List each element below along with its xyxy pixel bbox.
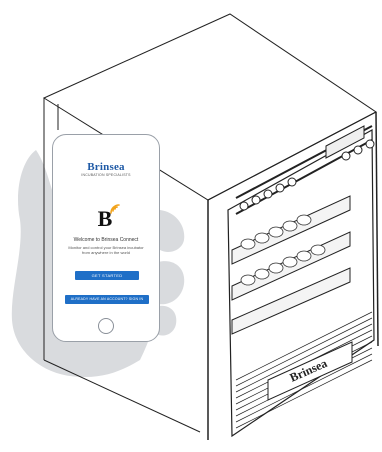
home-button-icon[interactable] [98,318,114,334]
brand-tagline: INCUBATION SPECIALISTS [81,173,131,177]
get-started-button[interactable]: GET STARTED [75,271,139,280]
app-logo: B [98,204,120,231]
smartphone: Brinsea INCUBATION SPECIALISTS B Welcome… [52,134,160,342]
app-logo-letter: B [98,206,113,231]
sign-in-button[interactable]: ALREADY HAVE AN ACCOUNT? SIGN IN [65,295,149,304]
brand-logo: Brinsea [87,161,125,173]
welcome-title: Welcome to Brinsea Connect [73,237,139,243]
welcome-subtitle: Monitor and control your Brinsea incubat… [68,245,144,255]
